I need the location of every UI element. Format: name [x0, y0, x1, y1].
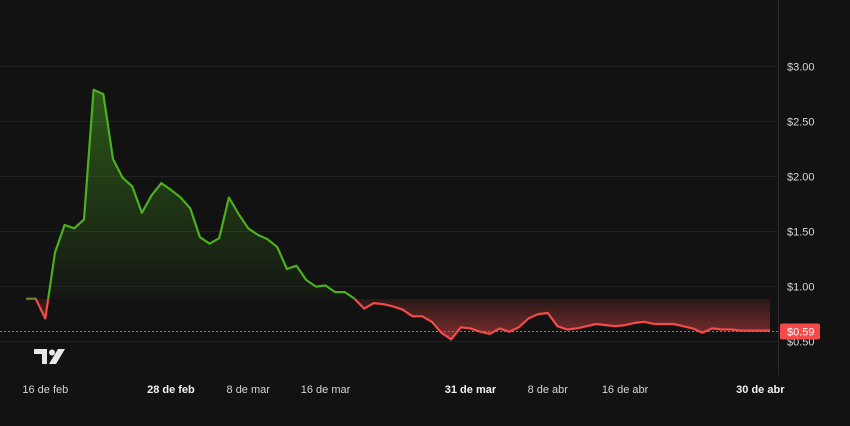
tradingview-logo-icon[interactable]	[34, 349, 65, 364]
x-tick-label: 8 de abr	[528, 384, 569, 396]
y-tick-label: $1.50	[787, 227, 815, 239]
x-tick-label: 16 de abr	[602, 384, 649, 396]
x-tick-label: 16 de feb	[22, 384, 68, 396]
x-tick-label: 30 de abr	[736, 384, 785, 396]
price-axis[interactable]: $3.00$2.50$2.00$1.50$1.00$0.50	[787, 62, 815, 349]
area-fill	[26, 89, 770, 340]
y-tick-label: $2.00	[787, 172, 815, 184]
y-tick-label: $1.00	[787, 282, 815, 294]
x-tick-label: 31 de mar	[445, 384, 497, 396]
current-price-label-text: $0.59	[787, 327, 815, 339]
time-axis[interactable]: 16 de feb 28 de feb 8 de mar 16 de mar 31 de…	[22, 384, 785, 396]
x-tick-label: 16 de mar	[301, 384, 351, 396]
x-tick-label: 8 de mar	[227, 384, 271, 396]
y-tick-label: $3.00	[787, 62, 815, 74]
current-price-label: $0.59	[780, 323, 820, 340]
chart-canvas[interactable]: $3.00$2.50$2.00$1.50$1.00$0.50 16 de feb…	[0, 0, 850, 421]
price-chart[interactable]: $3.00 $2.50 $2.00 $1.50 $1.00 $0.50 16 de feb…	[0, 0, 850, 421]
y-tick-label: $2.50	[787, 117, 815, 129]
x-tick-label: 28 de feb	[147, 384, 195, 396]
